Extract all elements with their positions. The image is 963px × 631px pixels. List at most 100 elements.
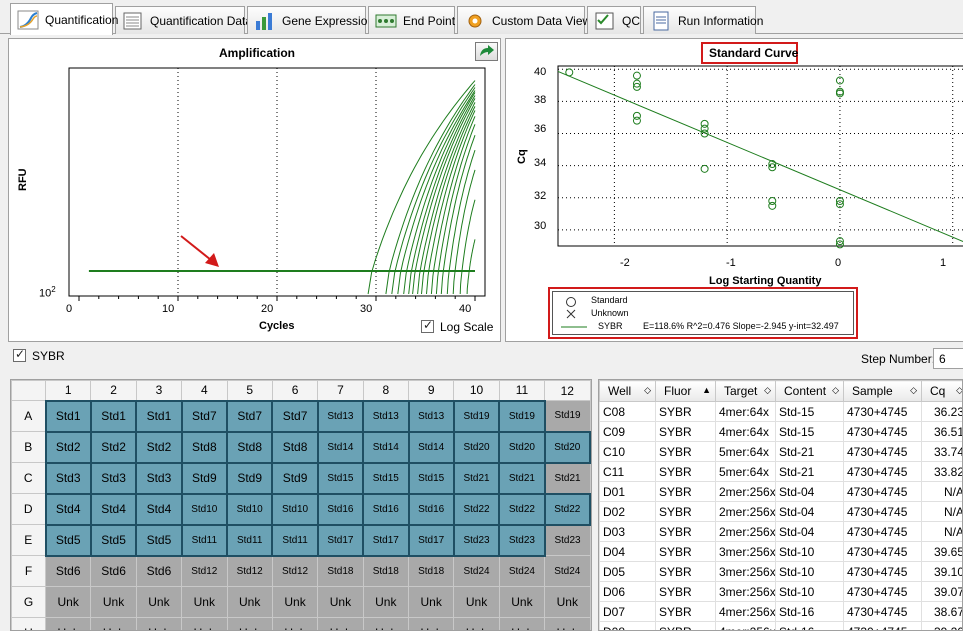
plate-well[interactable]: Std13 <box>407 399 455 433</box>
plate-well[interactable]: Std21 <box>544 462 591 494</box>
column-header[interactable]: Cq ◇ <box>921 380 962 402</box>
table-row[interactable]: D05 SYBR 3mer:256x Std-10 4730+4745 39.10 <box>599 561 962 582</box>
sybr-checkbox[interactable] <box>13 347 26 362</box>
plate-well[interactable]: Std7 <box>271 399 319 433</box>
plate-well[interactable]: Std3 <box>89 461 138 495</box>
plate-well[interactable]: Std22 <box>498 492 546 526</box>
plate-well[interactable]: Std5 <box>135 523 183 557</box>
row-header[interactable]: A <box>11 400 46 432</box>
plate-well[interactable]: Std16 <box>407 492 455 526</box>
plate-well[interactable]: Std16 <box>316 492 365 526</box>
plate-well[interactable]: Std18 <box>407 555 455 587</box>
column-header[interactable]: Content ◇ <box>775 380 844 402</box>
plate-well[interactable]: Std10 <box>271 492 319 526</box>
plate-well[interactable]: Std12 <box>181 555 228 587</box>
plate-well[interactable]: Unk <box>226 617 273 630</box>
plate-well[interactable]: Std7 <box>180 399 229 433</box>
table-row[interactable]: C09 SYBR 4mer:64x Std-15 4730+4745 36.51 <box>599 421 962 442</box>
plate-well[interactable]: Std14 <box>362 430 410 464</box>
plate-well[interactable]: Unk <box>44 617 92 630</box>
plate-well[interactable]: Unk <box>135 617 183 630</box>
plate-well[interactable]: Unk <box>407 617 455 630</box>
plate-well[interactable]: Std19 <box>452 399 501 433</box>
table-row[interactable]: C08 SYBR 4mer:64x Std-15 4730+4745 36.23 <box>599 401 962 422</box>
plate-well[interactable]: Unk <box>407 586 455 618</box>
table-row[interactable]: D07 SYBR 4mer:256x Std-16 4730+4745 38.67 <box>599 601 962 622</box>
plate-well[interactable]: Std5 <box>44 523 92 557</box>
table-row[interactable]: D06 SYBR 3mer:256x Std-10 4730+4745 39.07 <box>599 581 962 602</box>
row-header[interactable]: F <box>11 555 46 587</box>
plate-well[interactable]: Std21 <box>452 461 501 495</box>
plate-well[interactable]: Std1 <box>89 399 138 433</box>
tab-quantification-data[interactable]: Quantification Data <box>115 6 252 34</box>
plate-well[interactable]: Unk <box>362 617 410 630</box>
plate-well[interactable]: Std11 <box>271 523 319 557</box>
plate-well[interactable]: Std15 <box>407 461 455 495</box>
plate-well[interactable]: Std17 <box>407 523 455 557</box>
plate-well[interactable]: Std12 <box>226 555 273 587</box>
plate-well[interactable]: Std4 <box>44 492 92 526</box>
tab-end-point[interactable]: End Point <box>368 6 455 34</box>
plate-well[interactable]: Std17 <box>316 523 365 557</box>
plate-well[interactable]: Unk <box>453 617 500 630</box>
row-header[interactable]: B <box>11 431 46 463</box>
plate-well[interactable]: Std24 <box>544 555 591 587</box>
plate-well[interactable]: Std16 <box>362 492 410 526</box>
plate-well[interactable]: Std4 <box>135 492 183 526</box>
plate-well[interactable]: Unk <box>317 617 364 630</box>
tab-quantification[interactable]: Quantification <box>10 3 118 35</box>
plate-well[interactable]: Unk <box>271 586 319 618</box>
plate-well[interactable]: Std15 <box>316 461 365 495</box>
plate-well[interactable]: Unk <box>90 617 137 630</box>
plate-well[interactable]: Std18 <box>362 555 410 587</box>
plate-well[interactable]: Std24 <box>498 555 546 587</box>
plate-well[interactable]: Unk <box>453 586 500 618</box>
column-header[interactable]: 1 <box>44 380 92 401</box>
table-row[interactable]: D02 SYBR 2mer:256x Std-04 4730+4745 N/A <box>599 501 962 522</box>
column-header[interactable]: 2 <box>90 380 137 401</box>
plate-well[interactable]: Std20 <box>498 430 546 464</box>
plate-well[interactable]: Std3 <box>135 461 183 495</box>
plate-well[interactable]: Std2 <box>135 430 183 464</box>
column-header[interactable]: 9 <box>407 380 455 401</box>
plate-well[interactable]: Std6 <box>44 555 92 587</box>
row-header[interactable]: C <box>11 462 46 494</box>
plate-well[interactable]: Std23 <box>544 524 591 556</box>
row-header[interactable]: G <box>11 586 46 618</box>
column-header[interactable]: Sample ◇ <box>843 380 922 402</box>
plate-well[interactable]: Unk <box>90 586 137 618</box>
plate-well[interactable]: Unk <box>226 586 273 618</box>
plate-well[interactable]: Unk <box>44 586 92 618</box>
plate-well[interactable]: Unk <box>271 617 319 630</box>
plate-well[interactable]: Unk <box>544 586 591 618</box>
plate-well[interactable]: Unk <box>135 586 183 618</box>
plate-well[interactable]: Std8 <box>225 430 274 464</box>
plate-well[interactable]: Std6 <box>90 555 137 587</box>
column-header[interactable]: 10 <box>453 380 500 401</box>
plate-well[interactable]: Unk <box>317 586 364 618</box>
tab-gene-expression[interactable]: Gene Expression <box>247 6 374 34</box>
row-header[interactable]: H <box>11 617 46 630</box>
plate-well[interactable]: Std17 <box>362 523 410 557</box>
plate-well[interactable]: Std8 <box>180 430 229 464</box>
corner-cell[interactable] <box>11 380 46 401</box>
plate-well[interactable]: Std18 <box>317 555 364 587</box>
plate-well[interactable]: Unk <box>498 617 546 630</box>
plate-well[interactable]: Std2 <box>89 430 138 464</box>
plate-well[interactable]: Std11 <box>180 523 229 557</box>
column-header[interactable]: Well ◇ <box>599 380 656 402</box>
plate-well[interactable]: Std1 <box>44 399 92 433</box>
plate-well[interactable]: Std20 <box>452 430 501 464</box>
column-header[interactable]: 7 <box>317 380 364 401</box>
plate-well[interactable]: Std13 <box>362 399 410 433</box>
plate-well[interactable]: Std9 <box>271 461 319 495</box>
plate-well[interactable]: Unk <box>362 586 410 618</box>
plate-well[interactable]: Std3 <box>44 461 92 495</box>
column-header[interactable]: 11 <box>498 380 546 401</box>
plate-well[interactable]: Std23 <box>498 523 546 557</box>
plate-well[interactable]: Std20 <box>543 430 591 464</box>
plate-well[interactable]: Std13 <box>316 399 365 433</box>
plate-well[interactable]: Std7 <box>225 399 274 433</box>
plate-well[interactable]: Std10 <box>180 492 229 526</box>
plate-well[interactable]: Std19 <box>498 399 546 433</box>
